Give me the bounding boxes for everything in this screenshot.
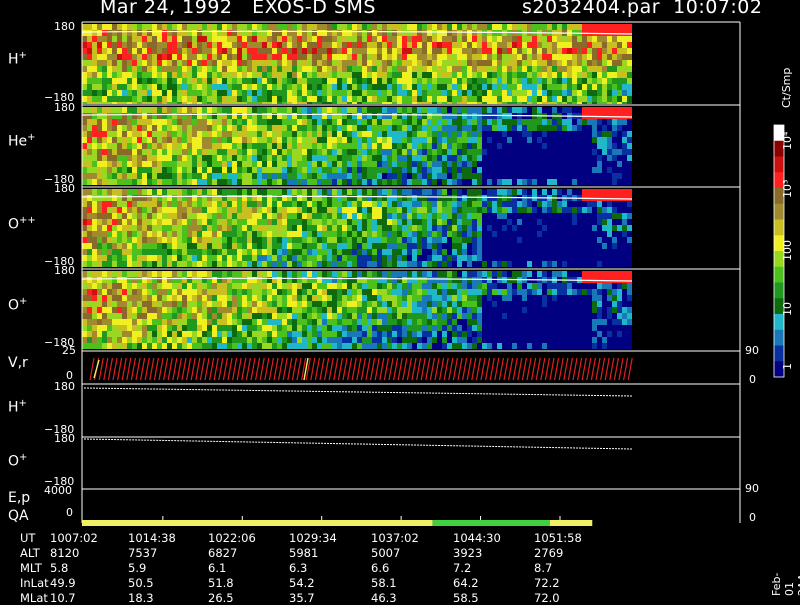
ephem-cell: 51.8 [208, 576, 234, 590]
vr-right-top-tick: 90 [745, 344, 759, 357]
panel3-top-tick: 180 [54, 264, 75, 277]
ephem-cell: 1022:06 [208, 531, 256, 545]
ephem-cell: 26.5 [208, 591, 234, 605]
ephem-cell: 50.5 [128, 576, 154, 590]
stage: Mar 24, 1992 EXOS-D SMS s2032404.par 10:… [0, 0, 800, 600]
h-line-label: H+ [8, 398, 27, 416]
spectrogram-plot [0, 0, 800, 600]
panel-label-h: H+ [8, 50, 27, 68]
colorbar-label-1e3: 10³ [781, 180, 794, 198]
ephem-row-name-mlt: MLT [20, 561, 42, 575]
ephem-cell: 6.1 [208, 561, 226, 575]
o-line-top-tick: 180 [54, 432, 75, 445]
ephem-cell: 58.5 [453, 591, 479, 605]
qa-label: QA [8, 508, 29, 524]
ephem-cell: 1044:30 [453, 531, 501, 545]
ephem-cell: 6.3 [289, 561, 307, 575]
ephem-row-name-mlat: MLat [20, 591, 48, 605]
panel-label-op: O+ [8, 296, 27, 314]
ep-label: E,p [8, 490, 30, 506]
ephem-cell: 49.9 [50, 576, 76, 590]
h-line-trace [84, 388, 632, 396]
ephem-cell: 1037:02 [371, 531, 419, 545]
spectrogram-panel-2 [82, 189, 632, 267]
ephem-cell: 18.3 [128, 591, 154, 605]
ephem-cell: 6.6 [371, 561, 389, 575]
qa-right-bottom-tick: 0 [749, 511, 756, 524]
ephem-cell: 58.1 [371, 576, 397, 590]
colorbar-swatch-9 [774, 267, 784, 283]
spectrogram-panel-3 [82, 271, 632, 349]
colorbar-swatch-13 [774, 330, 784, 346]
colorbar-unit: Ct/Smp [780, 68, 793, 108]
colorbar-swatch-12 [774, 314, 784, 330]
spectrogram-panel-1 [82, 107, 632, 185]
vr-marker-1 [94, 360, 99, 378]
ephem-cell: 1029:34 [289, 531, 337, 545]
ephem-cell: 7.2 [453, 561, 471, 575]
ephem-cell: 5.9 [128, 561, 146, 575]
spectrogram-panel-0 [82, 24, 632, 104]
ep-top-tick: 4000 [44, 484, 72, 497]
ephem-cell: 72.0 [534, 591, 560, 605]
ephem-cell: 46.3 [371, 591, 397, 605]
ephem-cell: 6827 [208, 546, 237, 560]
ephem-cell: 2769 [534, 546, 563, 560]
file-time: s2032404.par 10:07:02 [522, 0, 762, 18]
o-line-label: O+ [8, 452, 27, 470]
qa-bottom-tick: 0 [66, 506, 73, 519]
panel2-top-tick: 180 [54, 182, 75, 195]
vr-right-bottom-tick: 0 [749, 373, 756, 386]
ephem-row-name-inlat: InLat [20, 576, 49, 590]
plot-title: Mar 24, 1992 EXOS-D SMS [100, 0, 376, 18]
footer-stamp: Feb-01 2AA [770, 566, 800, 596]
o-line-trace [84, 439, 632, 449]
qa-segment-2 [550, 520, 593, 526]
vr-label: V,r [8, 355, 28, 371]
ephem-cell: 72.2 [534, 576, 560, 590]
qa-segment-0 [82, 520, 433, 526]
colorbar-label-10: 10 [781, 302, 794, 316]
panel1-top-tick: 180 [54, 101, 75, 114]
ephem-cell: 5981 [289, 546, 318, 560]
ep-right-top-tick: 90 [745, 482, 759, 495]
ephem-cell: 64.2 [453, 576, 479, 590]
colorbar-swatch-14 [774, 346, 784, 362]
colorbar-swatch-6 [774, 220, 784, 236]
ephem-cell: 1007:02 [50, 531, 98, 545]
ephem-cell: 5.8 [50, 561, 68, 575]
vr-top-tick: 25 [62, 344, 76, 357]
qa-segment-1 [433, 520, 550, 526]
ephem-cell: 10.7 [50, 591, 76, 605]
colorbar-label-100: 100 [781, 240, 794, 261]
ephem-cell: 3923 [453, 546, 482, 560]
h-line-top-tick: 180 [54, 380, 75, 393]
ephem-cell: 5007 [371, 546, 400, 560]
vr-traces [90, 358, 632, 380]
ephem-row-name-alt: ALT [20, 546, 40, 560]
colorbar-swatch-10 [774, 283, 784, 299]
colorbar-swatch-5 [774, 204, 784, 220]
colorbar-label-1e4: 10⁴ [781, 132, 794, 150]
ephem-row-name-ut: UT [20, 531, 35, 545]
ephem-cell: 8.7 [534, 561, 552, 575]
ephem-cell: 54.2 [289, 576, 315, 590]
colorbar-label-1: 1 [781, 363, 794, 370]
panel-label-opp: O++ [8, 215, 36, 233]
ephem-cell: 1051:58 [534, 531, 582, 545]
panel-label-he: He+ [8, 132, 36, 150]
ephem-cell: 35.7 [289, 591, 315, 605]
ephem-cell: 8120 [50, 546, 79, 560]
panel0-top-tick: 180 [54, 20, 75, 33]
colorbar-swatch-2 [774, 157, 784, 173]
ephem-cell: 7537 [128, 546, 157, 560]
ephem-cell: 1014:38 [128, 531, 176, 545]
